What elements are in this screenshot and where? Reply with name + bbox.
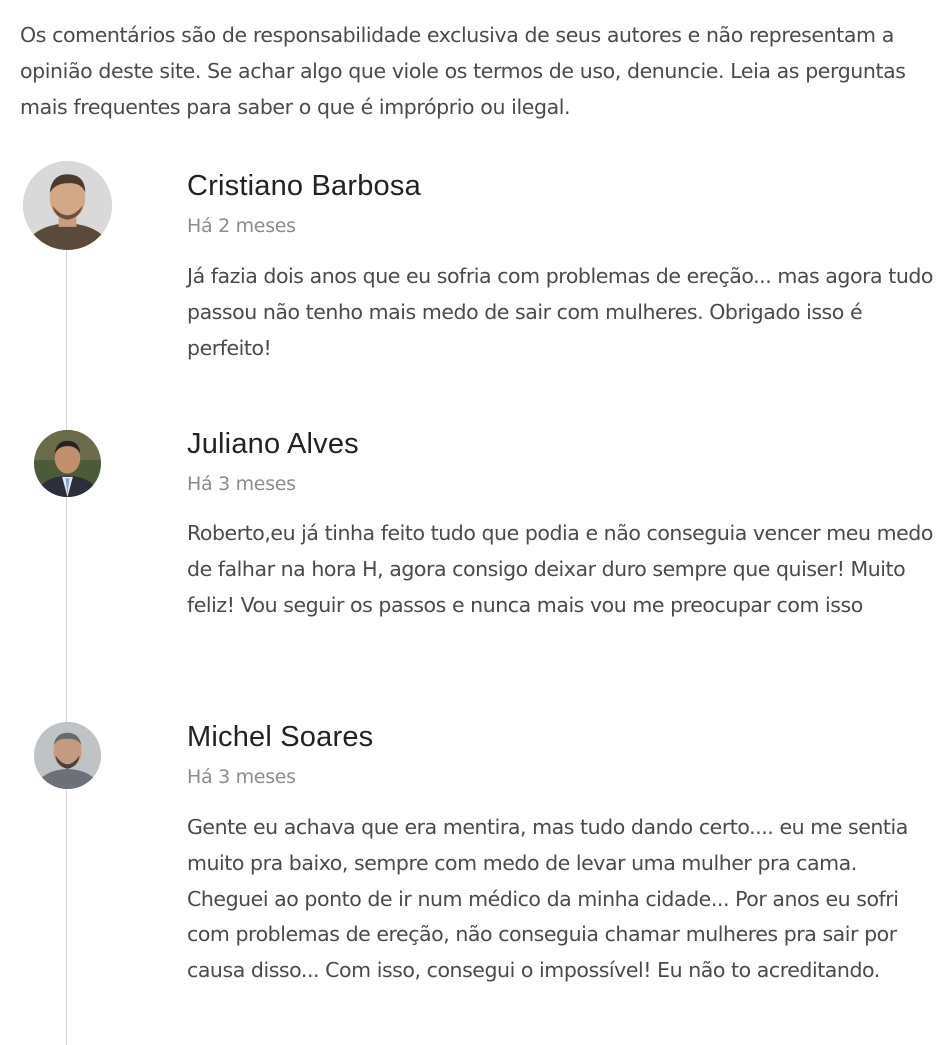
comments-disclaimer: Os comentários são de responsabilidade e… (20, 23, 906, 119)
avatar-photo-icon (23, 161, 112, 250)
thread-line (66, 205, 67, 1045)
comment-time: Há 3 meses (187, 473, 296, 495)
comment-text: Roberto,eu já tinha feito tudo que podia… (187, 521, 933, 617)
comment-text: Gente eu achava que era mentira, mas tud… (187, 815, 908, 983)
avatar[interactable] (23, 161, 112, 250)
comment-time: Há 3 meses (187, 766, 296, 788)
avatar-photo-icon (34, 430, 101, 497)
comment-time: Há 2 meses (187, 215, 296, 237)
avatar[interactable] (34, 722, 101, 789)
comment-author[interactable]: Michel Soares (187, 721, 373, 754)
avatar-photo-icon (34, 722, 101, 789)
comment-author[interactable]: Cristiano Barbosa (187, 170, 421, 203)
comment-text: Já fazia dois anos que eu sofria com pro… (187, 264, 934, 360)
avatar[interactable] (34, 430, 101, 497)
comment-author[interactable]: Juliano Alves (187, 428, 359, 461)
